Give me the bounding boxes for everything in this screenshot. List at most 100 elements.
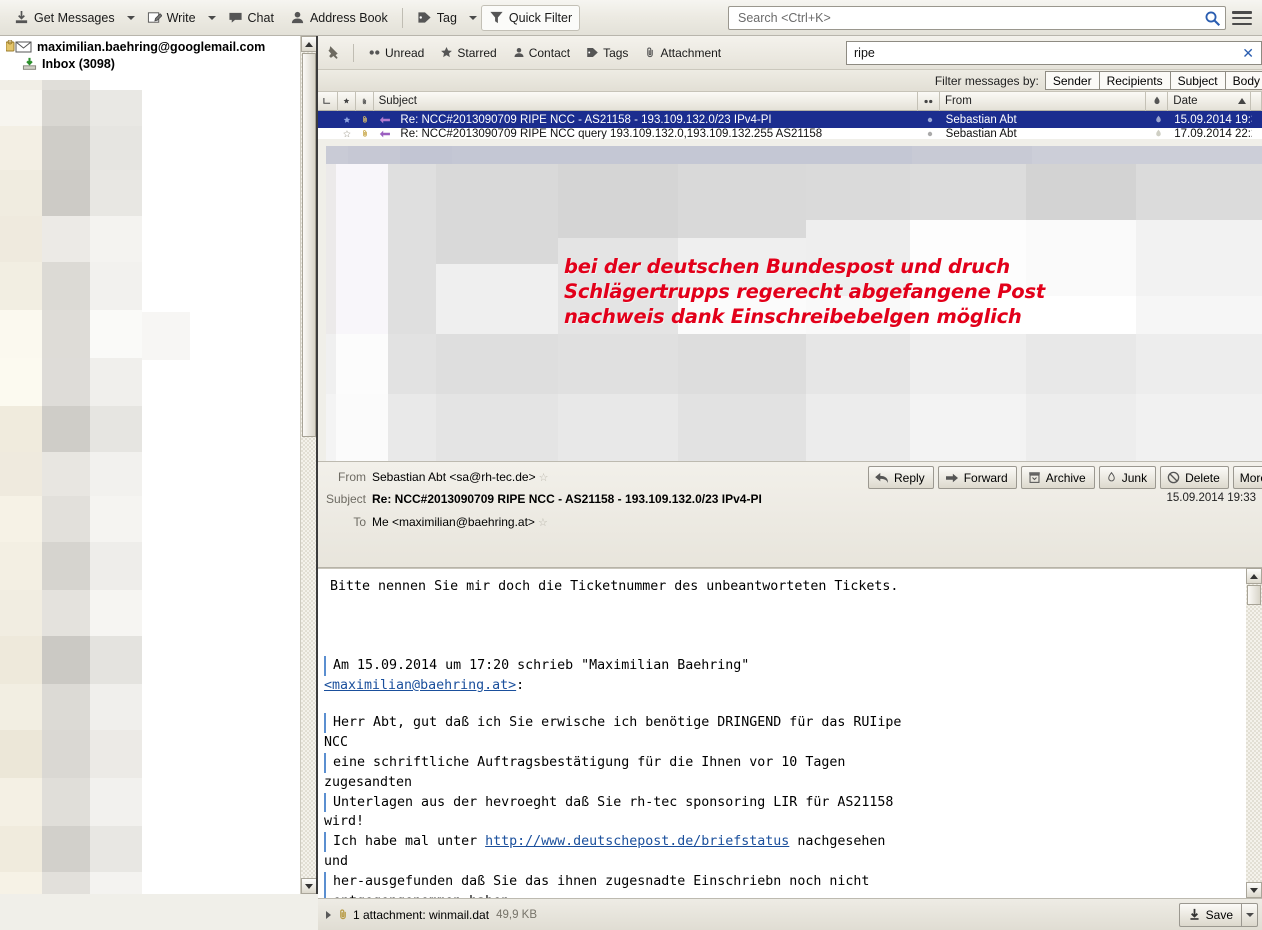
column-unread-icon[interactable] <box>918 91 940 111</box>
add-contact-star-icon[interactable]: ☆ <box>538 516 548 529</box>
quick-filter-button[interactable]: Quick Filter <box>480 4 581 31</box>
filter-by-sender-button[interactable]: Sender <box>1044 71 1100 90</box>
attachment-bar: 1 attachment: winmail.dat 49,9 KB Save <box>318 898 1262 930</box>
column-header-subject[interactable]: Subject <box>374 91 919 111</box>
save-attachment-control: Save <box>1178 902 1258 927</box>
quick-filter-label: Quick Filter <box>508 10 573 25</box>
body-scroll-down-button[interactable] <box>1246 882 1262 898</box>
write-dropdown[interactable] <box>204 5 220 31</box>
save-button[interactable]: Save <box>1178 902 1242 927</box>
close-icon[interactable]: ✕ <box>1239 45 1257 62</box>
paperclip-icon <box>644 46 656 59</box>
scroll-thumb[interactable] <box>302 53 316 437</box>
folder-pane: maximilian.baehring@googlemail.com Inbox… <box>0 36 300 894</box>
filter-tags-button[interactable]: Tags <box>578 42 636 64</box>
row-star-icon[interactable] <box>338 111 356 128</box>
quoted-line-4-wrap: und <box>324 853 349 869</box>
folder-item-inbox[interactable]: Inbox (3098) <box>0 56 300 74</box>
column-thread-icon[interactable] <box>318 91 338 111</box>
attachment-label[interactable]: 1 attachment: winmail.dat <box>353 908 489 922</box>
column-header-from[interactable]: From <box>940 91 1147 111</box>
table-row[interactable]: Re: NCC#2013090709 RIPE NCC query 193.10… <box>318 128 1262 139</box>
colon-text: : <box>516 677 525 693</box>
forward-button[interactable]: Forward <box>937 466 1017 489</box>
column-header-date[interactable]: Date <box>1168 91 1252 111</box>
from-value[interactable]: Sebastian Abt <sa@rh-tec.de> <box>372 470 536 484</box>
filter-by-subject-button[interactable]: Subject <box>1169 71 1226 90</box>
delete-button[interactable]: Delete <box>1160 466 1229 489</box>
filter-by-body-button[interactable]: Body <box>1224 71 1262 90</box>
scroll-down-button[interactable] <box>301 878 317 894</box>
header-subject-row: Subject Re: NCC#2013090709 RIPE NCC - AS… <box>324 492 762 506</box>
to-label: To <box>353 515 366 529</box>
account-row[interactable]: maximilian.baehring@googlemail.com <box>0 36 300 56</box>
filter-starred-button[interactable]: Starred <box>432 42 504 64</box>
quick-filter-pin-icon[interactable] <box>326 44 343 61</box>
filter-attachment-button[interactable]: Attachment <box>636 42 729 64</box>
toolbar-separator <box>401 7 403 28</box>
redacted-annotation-text: bei der deutschen Bundespost und druch S… <box>564 254 1124 329</box>
app-menu-button[interactable] <box>1230 8 1254 28</box>
more-label: More <box>1239 470 1262 485</box>
column-header-extra[interactable] <box>1251 91 1262 111</box>
body-scroll-up-button[interactable] <box>1246 568 1262 584</box>
quick-filter-search-box[interactable]: ✕ <box>846 41 1262 65</box>
sort-ascending-icon <box>1238 95 1247 107</box>
chat-label: Chat <box>247 10 274 25</box>
to-value[interactable]: Me <maximilian@baehring.at> <box>372 515 535 529</box>
column-junk-icon[interactable] <box>1146 91 1169 111</box>
save-dropdown-button[interactable] <box>1242 902 1258 927</box>
tag-dropdown[interactable] <box>465 5 481 31</box>
quote-attribution-line: Am 15.09.2014 um 17:20 schrieb "Maximili… <box>324 655 1252 676</box>
reply-label: Reply <box>894 470 925 485</box>
message-body-scrollbar[interactable] <box>1246 568 1262 898</box>
filter-unread-button[interactable]: Unread <box>360 42 432 64</box>
funnel-icon <box>489 10 504 25</box>
global-search-input[interactable] <box>736 10 1204 26</box>
row-date: 17.09.2014 22:22 <box>1174 128 1252 139</box>
row-junk-icon <box>1147 128 1169 139</box>
row-subject: Re: NCC#2013090709 RIPE NCC query 193.10… <box>400 128 823 139</box>
row-read-dot-icon[interactable] <box>919 111 941 128</box>
add-contact-star-icon[interactable]: ☆ <box>539 471 549 484</box>
tag-button[interactable]: Tag <box>409 5 465 31</box>
quick-filter-separator <box>353 43 354 62</box>
junk-button[interactable]: Junk <box>1098 466 1157 489</box>
expand-triangle-icon[interactable] <box>326 910 331 919</box>
get-messages-dropdown[interactable] <box>123 5 139 31</box>
get-messages-label: Get Messages <box>34 10 115 25</box>
quoted-line-4-pre: Ich habe mal unter <box>333 834 486 850</box>
download-icon <box>14 10 29 25</box>
reply-button[interactable]: Reply <box>868 466 934 489</box>
message-actions-toolbar: Reply Forward Archive Junk Delete Mor <box>864 466 1262 489</box>
forward-arrow-icon <box>945 472 959 484</box>
row-star-icon[interactable] <box>338 128 356 139</box>
quick-filter-search-input[interactable] <box>852 45 1240 61</box>
deutschepost-link[interactable]: http://www.deutschepost.de/briefstatus <box>485 834 789 849</box>
column-attachment-icon[interactable] <box>356 91 374 111</box>
from-label: From <box>338 470 366 484</box>
sender-email-link[interactable]: <maximilian@baehring.at> <box>324 678 516 693</box>
get-messages-button[interactable]: Get Messages <box>6 5 123 31</box>
quoted-line-1-wrap: NCC <box>324 735 349 751</box>
chat-button[interactable]: Chat <box>220 5 282 31</box>
more-button[interactable]: More <box>1232 466 1262 489</box>
column-starred-icon[interactable] <box>338 91 356 111</box>
body-scroll-track[interactable] <box>1246 584 1262 882</box>
filter-by-recipients-button[interactable]: Recipients <box>1098 71 1171 90</box>
address-book-button[interactable]: Address Book <box>282 5 396 31</box>
table-row[interactable]: Re: NCC#2013090709 RIPE NCC - AS21158 - … <box>318 111 1262 128</box>
annotation-line-3: nachweis dank Einschreibebelgen möglich <box>564 305 1022 328</box>
filter-contact-button[interactable]: Contact <box>505 42 578 64</box>
quote-attribution-email-line: <maximilian@baehring.at>: <box>324 676 1252 696</box>
archive-button[interactable]: Archive <box>1020 466 1095 489</box>
filter-unread-label: Unread <box>385 45 425 60</box>
write-button[interactable]: Write <box>139 5 204 31</box>
person-icon <box>290 10 305 25</box>
scroll-up-button[interactable] <box>301 36 317 52</box>
header-to-row: To Me <maximilian@baehring.at> ☆ <box>324 515 548 529</box>
folder-pane-scrollbar[interactable] <box>300 36 317 894</box>
body-scroll-thumb[interactable] <box>1247 585 1261 605</box>
row-read-dot-icon[interactable] <box>919 128 941 139</box>
global-search-box[interactable] <box>728 6 1226 30</box>
